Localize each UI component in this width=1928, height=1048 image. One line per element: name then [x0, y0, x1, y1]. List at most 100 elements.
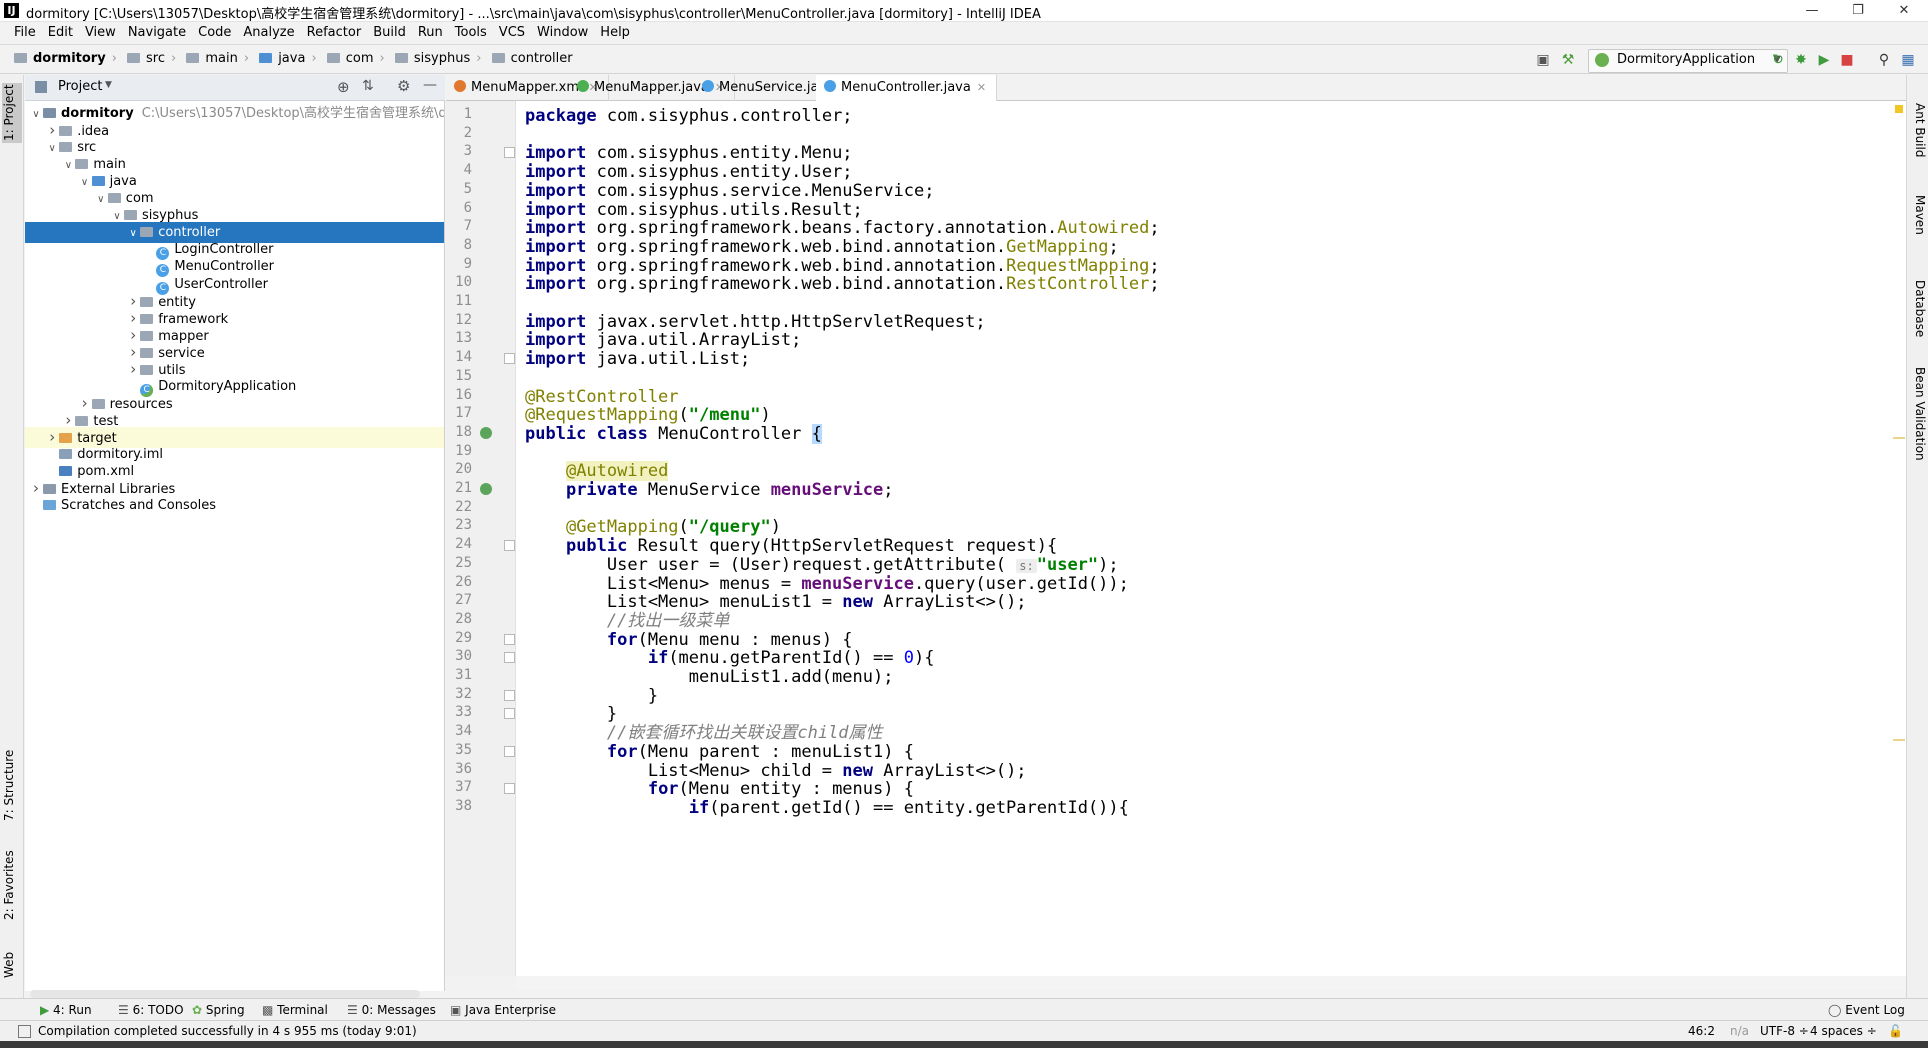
menu-help[interactable]: Help [594, 22, 636, 44]
code-token: new [842, 592, 873, 613]
menu-vcs[interactable]: VCS [493, 22, 531, 44]
tool-todo[interactable]: ☰ 6: TODO [118, 1001, 184, 1019]
tab-ant-build[interactable]: Ant Build [1909, 103, 1927, 173]
code-token: MenuService [647, 480, 771, 500]
tab-structure[interactable]: 7: Structure [2, 745, 22, 825]
tab-menucontroller-java[interactable]: MenuController.java ✕ [816, 75, 998, 104]
stripe-mark[interactable] [1893, 739, 1905, 741]
code-line[interactable]: private MenuService menuService; [525, 479, 894, 501]
intellij-logo-icon: IJ [4, 3, 19, 18]
tree-node-label: pom.xml [77, 464, 135, 480]
close-tab-icon[interactable]: ✕ [977, 81, 986, 94]
menu-analyze[interactable]: Analyze [237, 22, 300, 44]
file-encoding[interactable]: UTF-8 ÷ [1760, 1021, 1809, 1041]
hide-icon[interactable]: — [423, 77, 437, 93]
scratches-icon [43, 500, 56, 511]
chevron-down-icon[interactable]: ▼ [105, 80, 112, 90]
fold-marker-icon[interactable] [504, 633, 515, 645]
project-tree-scrollbar[interactable] [30, 990, 420, 998]
run-configuration-select[interactable]: DormitoryApplication ▼ [1588, 49, 1788, 73]
menu-edit[interactable]: Edit [42, 22, 79, 44]
tool-messages[interactable]: ☰ 0: Messages [347, 1001, 436, 1019]
tab-favorites[interactable]: 2: Favorites [2, 845, 22, 925]
editor-horizontal-scrollbar[interactable] [516, 976, 1906, 990]
menu-window[interactable]: Window [531, 22, 594, 44]
spring-bean-gutter-icon[interactable] [480, 426, 492, 439]
fold-marker-icon[interactable] [504, 540, 515, 552]
menu-run[interactable]: Run [412, 22, 449, 44]
collapse-all-icon[interactable]: ⇅ [362, 78, 374, 94]
build-hammer-icon[interactable]: ⚒ [1560, 52, 1576, 68]
tool-spring[interactable]: ✿ Spring [192, 1001, 245, 1019]
breadcrumb-sisyphus[interactable]: sisyphus [394, 51, 470, 66]
breadcrumb-src[interactable]: src [127, 51, 165, 66]
code-line[interactable]: if(parent.getId() == entity.getParentId(… [525, 797, 1129, 819]
code-line[interactable]: import java.util.List; [525, 348, 750, 370]
menu-file[interactable]: File [0, 22, 42, 44]
tab-label: MenuMapper.java [594, 80, 709, 95]
project-structure-icon[interactable]: ▣ [1535, 52, 1551, 68]
status-message[interactable]: Compilation completed successfully in 4 … [38, 1021, 417, 1041]
fold-marker-icon[interactable] [504, 353, 515, 365]
stripe-mark[interactable] [1893, 437, 1905, 439]
locate-icon[interactable]: ⊕ [337, 78, 350, 96]
stop-icon[interactable]: ■ [1839, 52, 1855, 68]
line-number: 26 [455, 573, 472, 590]
rerun-icon[interactable]: ↻ [1770, 52, 1786, 68]
fold-marker-icon[interactable] [504, 689, 515, 701]
tool-window-toggle-icon[interactable] [18, 1025, 31, 1038]
restore-icon[interactable]: ❐ [1836, 1, 1880, 21]
tool-terminal[interactable]: ▩ Terminal [262, 1001, 328, 1019]
line-number: 16 [455, 386, 472, 403]
debug-icon[interactable]: ✸ [1793, 52, 1809, 68]
fold-marker-icon[interactable] [504, 745, 515, 757]
run-with-coverage-icon[interactable]: ▶ [1816, 52, 1832, 68]
breadcrumb-dormitory[interactable]: dormitory [14, 51, 106, 66]
tab-maven[interactable]: Maven [1909, 195, 1927, 255]
tool-java-enterprise[interactable]: ▣ Java Enterprise [450, 1001, 556, 1019]
tree-node-label: UserController [174, 276, 268, 292]
breadcrumb-java[interactable]: java [259, 51, 305, 66]
line-separator[interactable]: n/a [1730, 1021, 1749, 1041]
fold-marker-icon[interactable] [504, 652, 515, 664]
menu-view[interactable]: View [79, 22, 122, 44]
fold-marker-icon[interactable] [504, 147, 515, 159]
code-editor[interactable]: package com.sisyphus.controller; import c… [516, 101, 1892, 976]
tab-project[interactable]: 1: Project [2, 83, 22, 143]
tool-event-log[interactable]: ◯ Event Log [1828, 1001, 1905, 1019]
indent-setting[interactable]: 4 spaces ÷ [1810, 1021, 1877, 1041]
code-line[interactable]: import org.springframework.web.bind.anno… [525, 273, 1160, 295]
code-line[interactable]: package com.sisyphus.controller; [525, 105, 853, 127]
breadcrumb-com[interactable]: com [326, 51, 374, 66]
fold-marker-icon[interactable] [504, 708, 515, 720]
menu-tools[interactable]: Tools [449, 22, 493, 44]
line-number: 13 [455, 330, 472, 347]
breadcrumb-main[interactable]: main [186, 51, 238, 66]
tool-run[interactable]: ▶ 4: Run [40, 1001, 92, 1019]
caret-position[interactable]: 46:2 [1688, 1021, 1715, 1041]
tab-bean-validation[interactable]: Bean Validation [1909, 367, 1927, 477]
error-stripe [1892, 101, 1906, 976]
tab-web[interactable]: Web [2, 945, 22, 985]
line-number: 28 [455, 610, 472, 627]
code-token: RestController [1006, 274, 1150, 295]
breadcrumb-controller[interactable]: controller [491, 51, 573, 66]
minimize-icon[interactable]: — [1790, 1, 1834, 21]
close-icon[interactable]: ✕ [1882, 1, 1926, 21]
spring-bean-gutter-icon[interactable] [480, 483, 492, 495]
ide-features-icon[interactable]: ▦ [1900, 52, 1916, 68]
tree-node-scratches-and-consoles[interactable]: Scratches and Consoles [25, 495, 444, 516]
warning-indicator-icon[interactable] [1895, 105, 1903, 113]
menu-code[interactable]: Code [192, 22, 237, 44]
search-everywhere-icon[interactable]: ⚲ [1876, 52, 1892, 68]
project-view-selector[interactable]: Project [58, 79, 102, 94]
menu-build[interactable]: Build [367, 22, 412, 44]
menu-refactor[interactable]: Refactor [301, 22, 368, 44]
line-number: 38 [455, 797, 472, 814]
gear-icon[interactable]: ⚙ [397, 77, 410, 95]
code-line[interactable]: public class MenuController { [525, 423, 822, 445]
lock-icon[interactable]: 🔓 [1888, 1021, 1903, 1041]
tab-database[interactable]: Database [1909, 280, 1927, 350]
menu-navigate[interactable]: Navigate [122, 22, 192, 44]
fold-marker-icon[interactable] [504, 783, 515, 795]
